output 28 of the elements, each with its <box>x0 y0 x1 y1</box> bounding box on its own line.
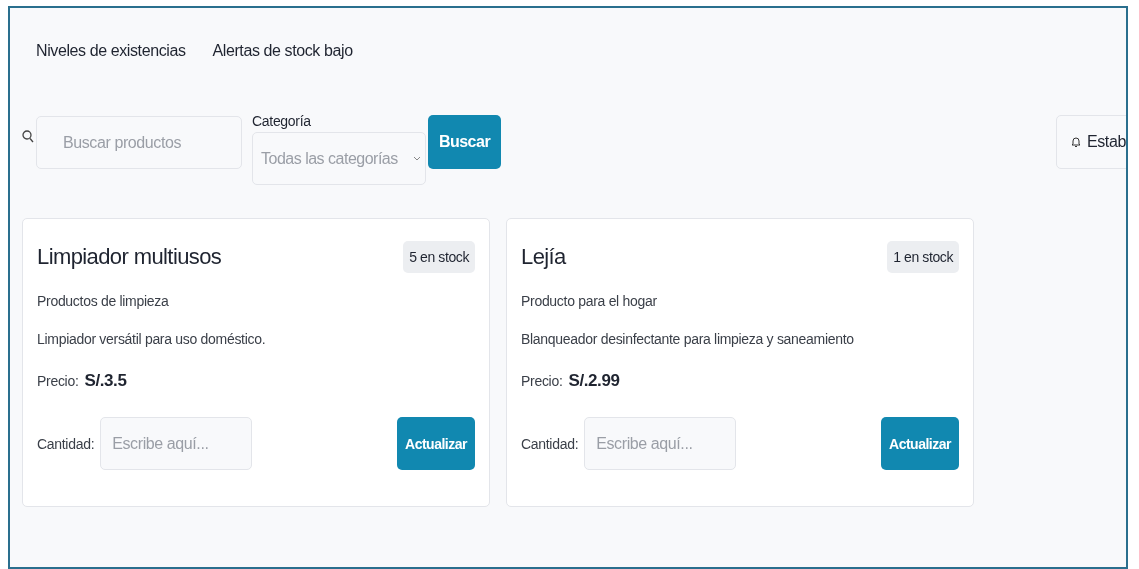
alert-button[interactable]: Estab <box>1056 115 1126 169</box>
search-button[interactable]: Buscar <box>428 115 501 169</box>
search-field[interactable]: Buscar productos <box>36 116 242 169</box>
product-description: Limpiador versátil para uso doméstico. <box>37 331 267 347</box>
category-select[interactable]: Todas las categorías <box>252 132 426 185</box>
product-category: Productos de limpieza <box>37 293 170 309</box>
quantity-label: Cantidad: <box>521 435 579 452</box>
product-category: Producto para el hogar <box>521 293 658 309</box>
search-icon <box>22 130 34 143</box>
product-description: Blanqueador desinfectante para limpieza y saneamiento <box>521 331 855 347</box>
quantity-label: Cantidad: <box>37 435 95 452</box>
product-name: Limpiador multiusos <box>37 244 222 270</box>
tab[interactable]: Alertas de stock bajo <box>212 42 353 60</box>
update-button[interactable]: Actualizar <box>881 417 959 470</box>
price-label: Precio: <box>521 373 563 389</box>
price-value: S/.2.99 <box>568 371 620 391</box>
price-label: Precio: <box>37 373 79 389</box>
product-name: Lejía <box>521 244 566 270</box>
update-button[interactable]: Actualizar <box>397 417 475 470</box>
price-value: S/.3.5 <box>84 371 127 391</box>
category-label: Categoría <box>252 113 312 131</box>
stock-badge: 1 en stock <box>887 241 959 273</box>
tab[interactable]: Niveles de existencias <box>36 42 186 60</box>
chevron-down-icon <box>413 156 421 161</box>
quantity-field[interactable]: Escribe aquí... <box>100 417 253 470</box>
stock-badge: 5 en stock <box>403 241 475 273</box>
bell-icon <box>1071 136 1081 148</box>
quantity-field[interactable]: Escribe aquí... <box>584 417 737 470</box>
